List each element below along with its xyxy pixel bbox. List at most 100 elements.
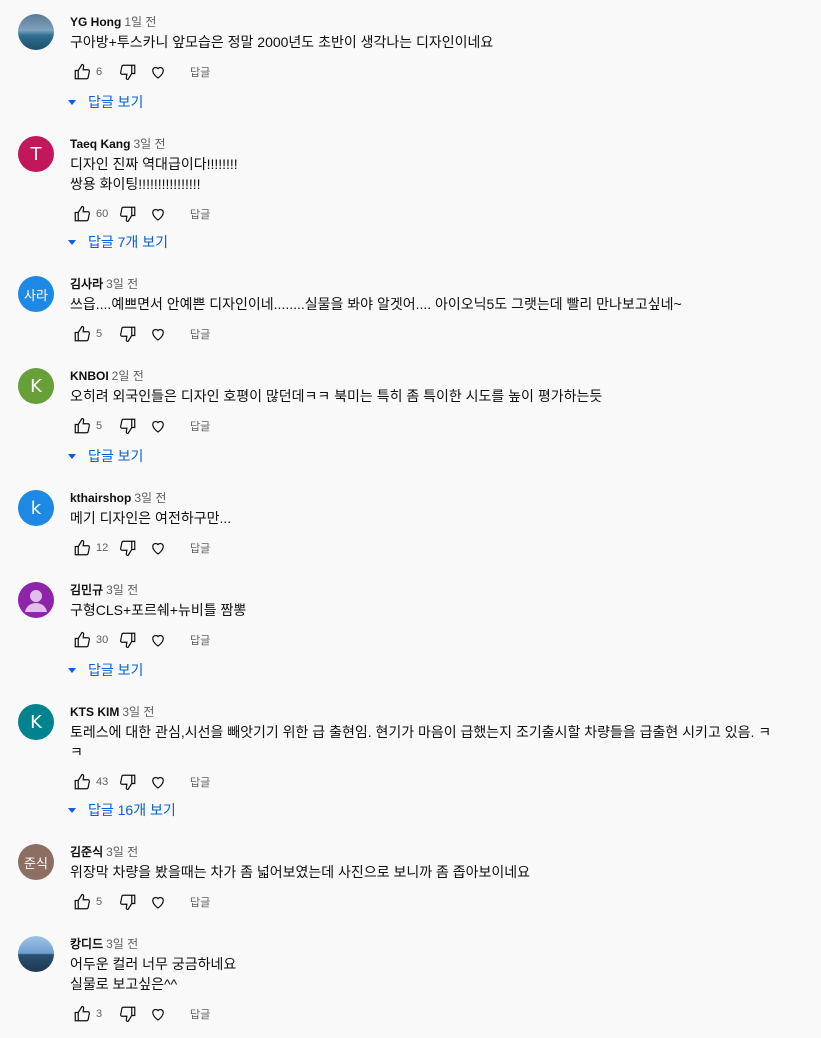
reply-button[interactable]: 답글 xyxy=(190,418,210,434)
reply-button[interactable]: 답글 xyxy=(190,326,210,342)
view-replies-button[interactable]: 답글 7개 보기 xyxy=(66,232,168,252)
view-replies-button[interactable]: 답글 보기 xyxy=(66,92,143,112)
reply-button[interactable]: 답글 xyxy=(190,1006,210,1022)
comment-author[interactable]: YG Hong xyxy=(70,15,121,29)
heart-button[interactable] xyxy=(146,628,170,652)
dislike-button[interactable] xyxy=(116,1002,140,1026)
like-button[interactable] xyxy=(70,770,94,794)
dislike-button[interactable] xyxy=(116,770,140,794)
like-button[interactable] xyxy=(70,322,94,346)
avatar[interactable] xyxy=(18,14,54,50)
comment-author[interactable]: 김준식 xyxy=(70,845,103,859)
caret-down-icon xyxy=(68,100,76,105)
reply-button[interactable]: 답글 xyxy=(190,632,210,648)
like-button[interactable] xyxy=(70,414,94,438)
like-button[interactable] xyxy=(70,202,94,226)
avatar[interactable]: K xyxy=(18,704,54,740)
view-replies-label: 답글 7개 보기 xyxy=(88,234,168,250)
like-button[interactable] xyxy=(70,628,94,652)
heart-button[interactable] xyxy=(146,770,170,794)
like-button[interactable] xyxy=(70,1002,94,1026)
dislike-button[interactable] xyxy=(116,890,140,914)
like-button[interactable] xyxy=(70,60,94,84)
comment-time[interactable]: 3일 전 xyxy=(106,277,138,291)
comment-text: 쓰읍....예쁘면서 안예쁜 디자인이네........실물을 봐야 알겟어..… xyxy=(70,296,682,312)
thumbs-up-icon xyxy=(74,63,90,80)
comment-time[interactable]: 1일 전 xyxy=(124,15,156,29)
heart-button[interactable] xyxy=(146,414,170,438)
dislike-button[interactable] xyxy=(116,60,140,84)
heart-icon xyxy=(152,66,164,79)
reply-button[interactable]: 답글 xyxy=(190,894,210,910)
dislike-button[interactable] xyxy=(116,536,140,560)
thumbs-up-icon xyxy=(74,773,90,790)
heart-button[interactable] xyxy=(146,1002,170,1026)
view-replies-label: 답글 보기 xyxy=(88,94,144,110)
heart-icon xyxy=(152,634,164,647)
thumbs-down-icon xyxy=(120,632,136,649)
view-replies-button[interactable]: 답글 16개 보기 xyxy=(66,800,176,820)
avatar[interactable]: K xyxy=(18,368,54,404)
like-count: 3 xyxy=(96,1008,103,1020)
dislike-button[interactable] xyxy=(116,322,140,346)
heart-icon xyxy=(152,542,164,555)
heart-icon xyxy=(152,776,164,789)
heart-icon xyxy=(152,420,164,433)
heart-button[interactable] xyxy=(146,536,170,560)
heart-button[interactable] xyxy=(146,60,170,84)
comment-text: 구형CLS+포르쉐+뉴비틀 짬뽕 xyxy=(70,602,247,618)
comment-author[interactable]: 김사라 xyxy=(70,277,103,291)
heart-button[interactable] xyxy=(146,202,170,226)
comment-text: 디자인 진짜 역대급이다!!!!!!!! 쌍용 화이팅!!!!!!!!!!!!!… xyxy=(70,156,238,192)
view-replies-button[interactable]: 답글 보기 xyxy=(66,446,143,466)
comment-thread: 김민규 3일 전 구형CLS+포르쉐+뉴비틀 짬뽕 30 답글 답글 보기 xyxy=(0,582,821,682)
comment-author[interactable]: 김민규 xyxy=(70,583,103,597)
reply-button[interactable]: 답글 xyxy=(190,540,210,556)
reply-button[interactable]: 답글 xyxy=(190,206,210,222)
comment-author[interactable]: KTS KIM xyxy=(70,705,119,719)
comment-thread: YG Hong 1일 전 구아방+투스카니 앞모습은 정말 2000년도 초반이 … xyxy=(0,14,821,114)
dislike-button[interactable] xyxy=(116,414,140,438)
like-count: 5 xyxy=(96,896,103,908)
avatar[interactable]: k xyxy=(18,490,54,526)
comment-author[interactable]: KNBOI xyxy=(70,369,109,383)
comment-text: 위장막 차량을 봤을때는 차가 좀 넓어보였는데 사진으로 보니까 좀 좁아보이… xyxy=(70,864,531,880)
avatar[interactable]: 사라 xyxy=(18,276,54,312)
dislike-button[interactable] xyxy=(116,628,140,652)
avatar[interactable]: T xyxy=(18,136,54,172)
comment-text: 토레스에 대한 관심,시선을 빼앗기기 위한 급 출현임. 현기가 마음이 급했… xyxy=(70,724,772,760)
avatar[interactable] xyxy=(18,936,54,972)
comment-author[interactable]: Taeq Kang xyxy=(70,137,130,151)
thumbs-down-icon xyxy=(120,206,136,223)
dislike-button[interactable] xyxy=(116,202,140,226)
caret-down-icon xyxy=(68,240,76,245)
reply-button[interactable]: 답글 xyxy=(190,774,210,790)
heart-button[interactable] xyxy=(146,322,170,346)
thumbs-down-icon xyxy=(120,326,136,343)
thumbs-down-icon xyxy=(120,1006,136,1023)
comment-author[interactable]: 캉디드 xyxy=(70,937,103,951)
comment-time[interactable]: 3일 전 xyxy=(133,137,165,151)
view-replies-button[interactable]: 답글 보기 xyxy=(66,660,143,680)
thumbs-up-icon xyxy=(74,893,90,910)
comment-time[interactable]: 3일 전 xyxy=(106,845,138,859)
comment-time[interactable]: 3일 전 xyxy=(122,705,154,719)
like-button[interactable] xyxy=(70,890,94,914)
heart-button[interactable] xyxy=(146,890,170,914)
avatar[interactable]: 준식 xyxy=(18,844,54,880)
like-count: 5 xyxy=(96,420,103,432)
view-replies-label: 답글 16개 보기 xyxy=(88,802,176,818)
heart-icon xyxy=(152,328,164,341)
comment-author[interactable]: kthairshop xyxy=(70,491,131,505)
comment-time[interactable]: 3일 전 xyxy=(134,491,166,505)
comment-time[interactable]: 3일 전 xyxy=(106,583,138,597)
thumbs-up-icon xyxy=(74,205,90,222)
like-count: 6 xyxy=(96,66,103,78)
like-button[interactable] xyxy=(70,536,94,560)
reply-button[interactable]: 답글 xyxy=(190,64,210,80)
thumbs-up-icon xyxy=(74,325,90,342)
person-icon xyxy=(25,590,47,612)
comment-time[interactable]: 2일 전 xyxy=(112,369,144,383)
avatar[interactable] xyxy=(18,582,54,618)
comment-time[interactable]: 3일 전 xyxy=(106,937,138,951)
